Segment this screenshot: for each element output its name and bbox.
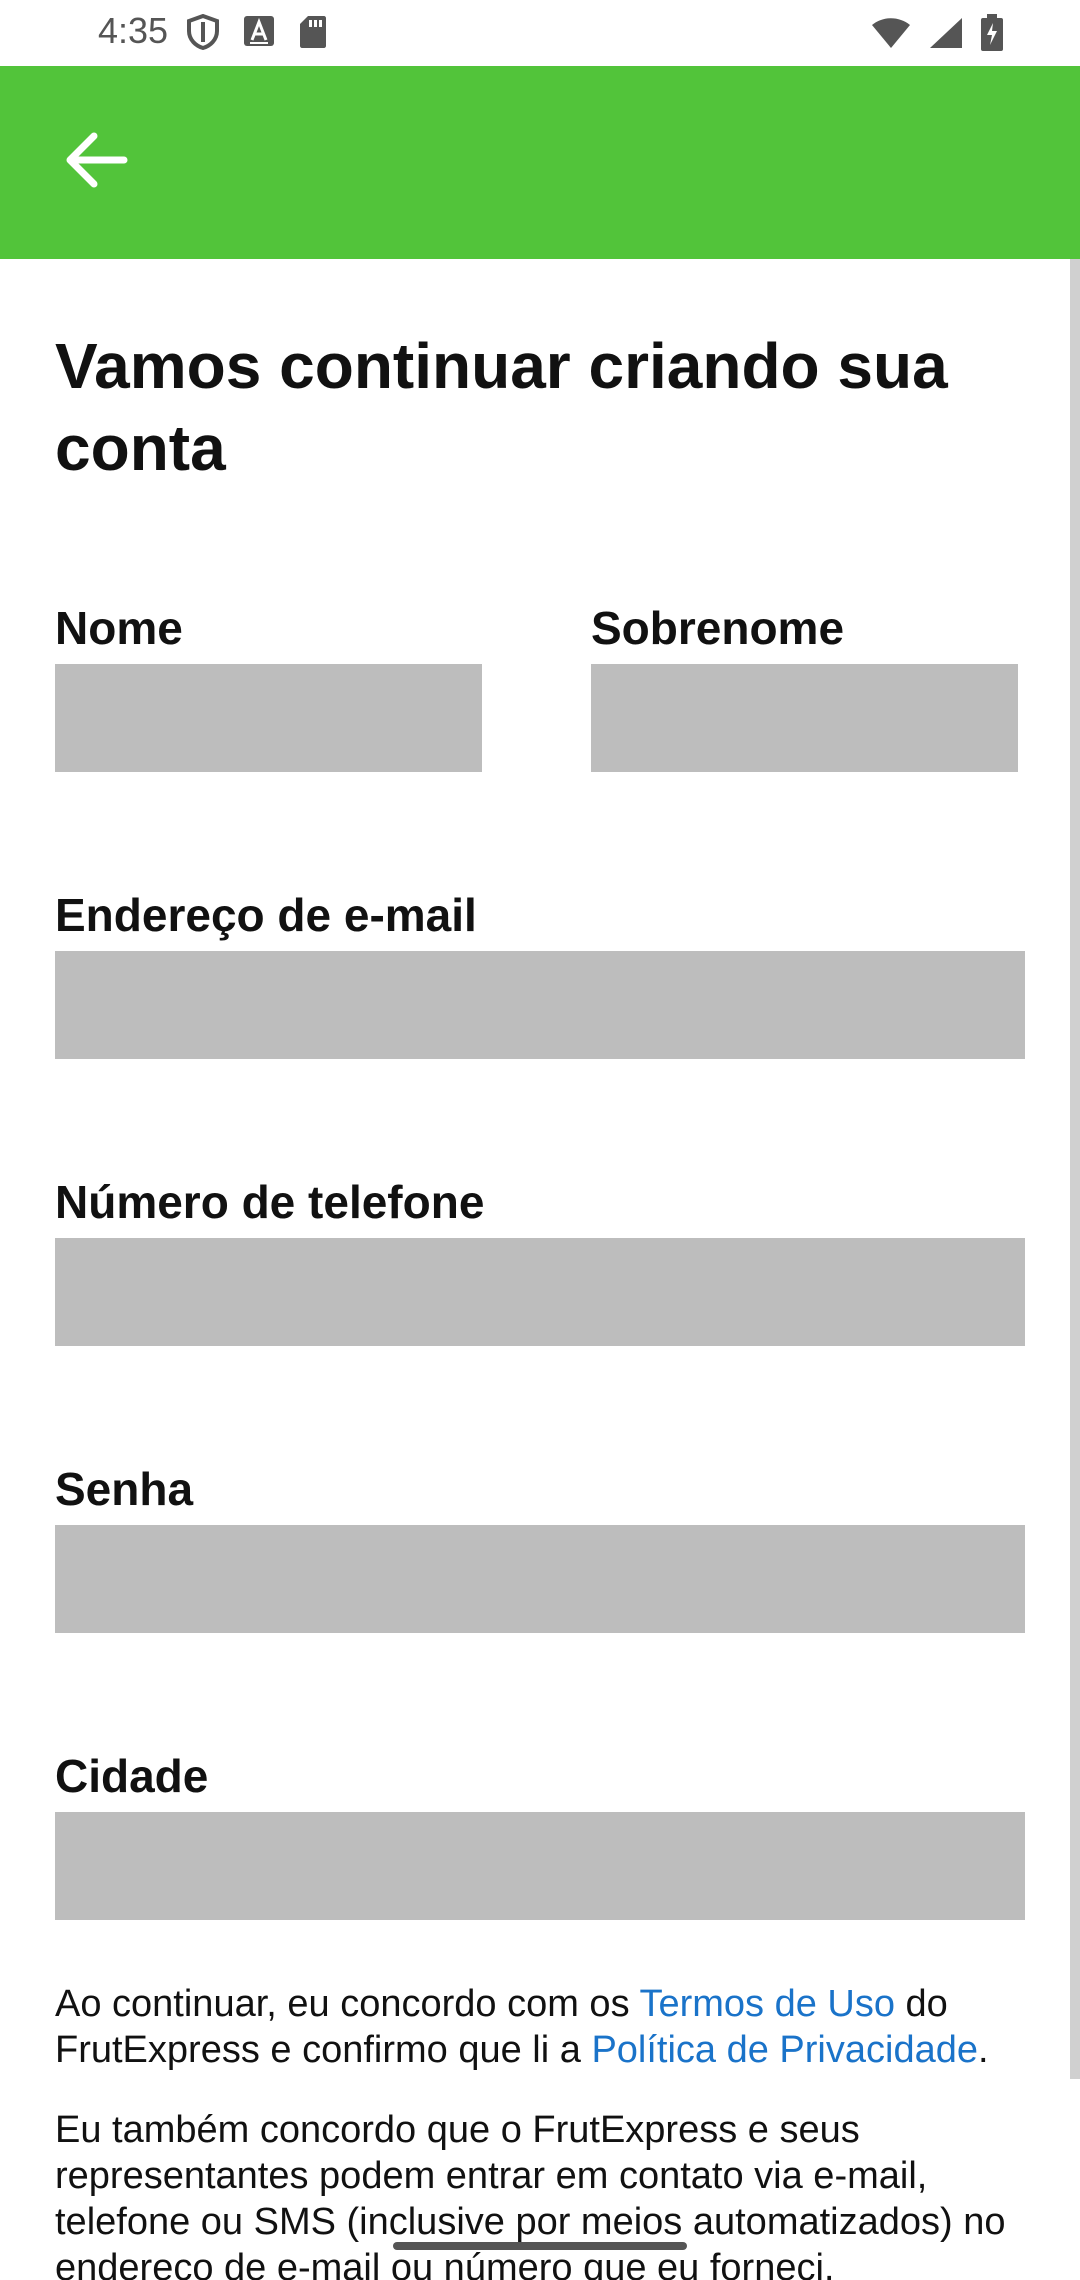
email-input[interactable]	[55, 951, 1025, 1059]
terms-text-part3: .	[978, 2029, 989, 2071]
scroll-content[interactable]: Vamos continuar criando sua conta Nome S…	[0, 259, 1080, 2280]
home-indicator[interactable]	[393, 2242, 687, 2250]
keyboard-a-icon	[242, 14, 276, 55]
page-title: Vamos continuar criando sua conta	[55, 330, 948, 484]
wifi-icon	[870, 16, 912, 55]
terms-text-part1: Ao continuar, eu concordo com os	[55, 1983, 640, 2025]
email-label: Endereço de e-mail	[55, 889, 477, 941]
first-name-input[interactable]	[55, 664, 482, 772]
city-input[interactable]	[55, 1812, 1025, 1920]
phone-label: Número de telefone	[55, 1176, 485, 1228]
back-button[interactable]	[56, 122, 136, 202]
password-label: Senha	[55, 1463, 194, 1515]
privacy-policy-link[interactable]: Política de Privacidade	[591, 2029, 978, 2071]
status-icons-left	[186, 13, 328, 55]
shield-icon	[186, 13, 220, 55]
status-bar: 4:35	[0, 0, 1080, 66]
first-name-label: Nome	[55, 602, 183, 654]
last-name-label: Sobrenome	[591, 602, 845, 654]
status-icons-right	[870, 14, 1004, 57]
sd-card-icon	[298, 14, 328, 55]
terms-consent-text: Ao continuar, eu concordo com os Termos …	[55, 1981, 1015, 2073]
status-time: 4:35	[98, 10, 169, 51]
terms-of-use-link[interactable]: Termos de Uso	[639, 1983, 895, 2025]
arrow-left-icon	[64, 130, 128, 195]
scrollbar[interactable]	[1070, 259, 1080, 2079]
battery-charging-icon	[980, 14, 1004, 57]
phone-input[interactable]	[55, 1238, 1025, 1346]
app-bar	[0, 66, 1080, 259]
contact-consent-text: Eu também concordo que o FrutExpress e s…	[55, 2109, 1006, 2280]
signal-icon	[928, 16, 964, 55]
password-input[interactable]	[55, 1525, 1025, 1633]
last-name-input[interactable]	[591, 664, 1018, 772]
city-label: Cidade	[55, 1750, 209, 1802]
